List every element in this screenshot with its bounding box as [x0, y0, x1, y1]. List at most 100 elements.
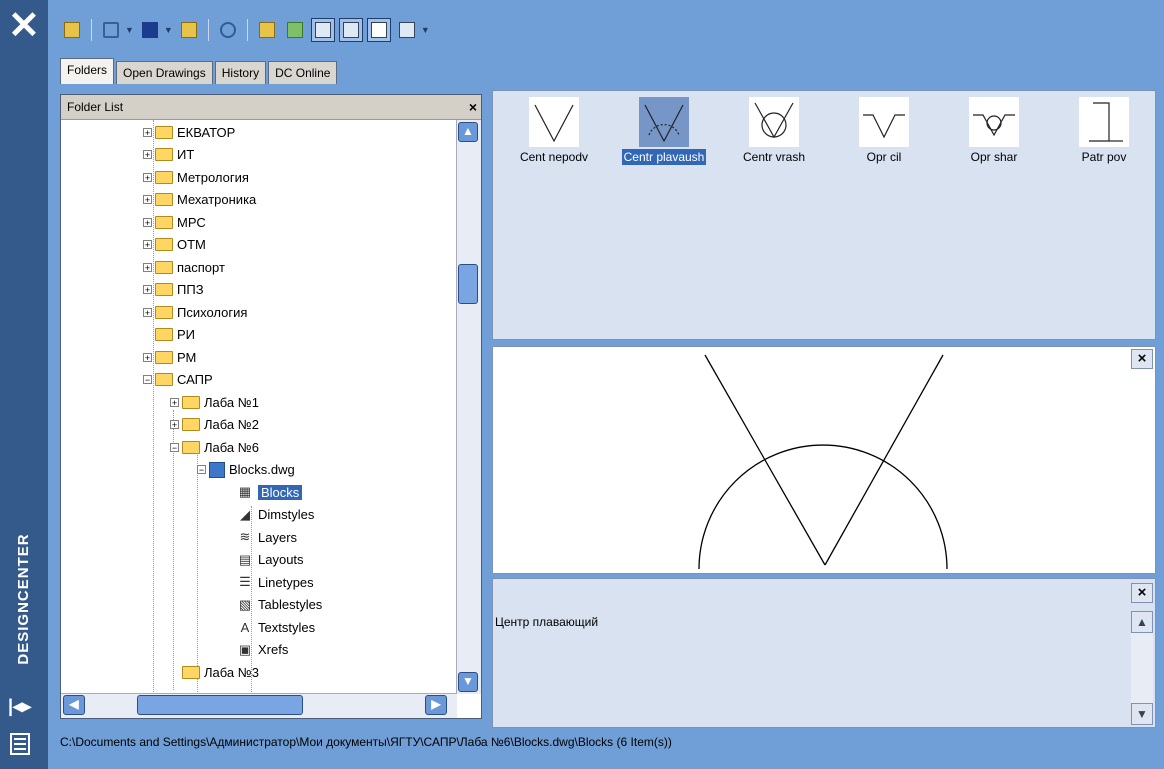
- tree-node-label: Мехатроника: [177, 192, 257, 207]
- tree-node[interactable]: + ППЗ: [143, 280, 204, 300]
- tree-node[interactable]: + Метрология: [143, 167, 249, 187]
- tree-node[interactable]: + Лаба №1: [170, 392, 259, 412]
- block-item[interactable]: Opr shar: [939, 97, 1049, 165]
- tree-node[interactable]: − САПР: [143, 370, 213, 390]
- views-dropdown-icon[interactable]: ▼: [421, 25, 430, 35]
- preview-toggle[interactable]: [338, 18, 363, 42]
- expand-icon[interactable]: +: [143, 307, 152, 317]
- description-scrollbar[interactable]: ▲ ▼: [1131, 611, 1153, 725]
- expand-icon[interactable]: +: [143, 240, 152, 250]
- tree-node[interactable]: + паспорт: [143, 257, 225, 277]
- collapse-icon[interactable]: −: [143, 375, 152, 385]
- back-button[interactable]: [99, 18, 123, 42]
- expand-icon[interactable]: +: [170, 397, 179, 407]
- views-button[interactable]: [395, 18, 419, 42]
- expand-icon[interactable]: +: [143, 150, 152, 160]
- block-item[interactable]: Patr pov: [1049, 97, 1159, 165]
- views-icon: [398, 22, 415, 38]
- home-icon: [286, 22, 303, 38]
- home-button[interactable]: [283, 18, 307, 42]
- properties-icon[interactable]: [10, 733, 30, 755]
- expand-icon[interactable]: +: [143, 195, 152, 205]
- tab-open-drawings[interactable]: Open Drawings: [116, 61, 213, 84]
- close-icon[interactable]: ✕: [8, 6, 40, 46]
- expand-icon[interactable]: +: [143, 285, 152, 295]
- tree-node[interactable]: ▧ Tablestyles: [224, 595, 322, 615]
- block-item[interactable]: Centr plavaush: [609, 97, 719, 165]
- drawing-file-icon: [209, 461, 225, 478]
- tree-node[interactable]: + РМ: [143, 347, 196, 367]
- load-button[interactable]: [60, 18, 84, 42]
- tree-node[interactable]: ▦ Blocks: [224, 482, 303, 502]
- tree-node[interactable]: A Textstyles: [224, 617, 315, 637]
- tab-folders[interactable]: Folders: [60, 58, 115, 84]
- scroll-thumb[interactable]: [458, 264, 478, 304]
- search-button[interactable]: [216, 18, 240, 42]
- tree-node[interactable]: ≋ Layers: [224, 527, 297, 547]
- scroll-right-icon[interactable]: ▶: [425, 695, 447, 715]
- layers-icon: ≋: [239, 529, 251, 544]
- description-icon: [370, 22, 387, 38]
- tree-node[interactable]: ☰ Linetypes: [224, 572, 313, 592]
- tree-node-label: Blocks: [258, 484, 303, 500]
- tree-node[interactable]: + МРС: [143, 212, 206, 232]
- expand-icon[interactable]: +: [143, 172, 152, 182]
- folder-icon: [155, 238, 173, 251]
- tab-history[interactable]: History: [214, 61, 267, 84]
- favorites-button[interactable]: [255, 18, 279, 42]
- expand-icon[interactable]: +: [170, 420, 179, 430]
- block-thumbnail: [639, 97, 689, 147]
- block-thumbnail: [1079, 97, 1129, 147]
- block-item[interactable]: Opr cil: [829, 97, 939, 165]
- tree-node[interactable]: ▣ Xrefs: [224, 640, 289, 660]
- forward-button[interactable]: [138, 18, 162, 42]
- tree-node[interactable]: + ОТМ: [143, 235, 206, 255]
- tree-node[interactable]: ▤ Layouts: [224, 550, 304, 570]
- close-description-icon[interactable]: ×: [1131, 583, 1153, 603]
- tree-node[interactable]: Лаба №3: [170, 662, 259, 682]
- expand-icon[interactable]: +: [143, 217, 152, 227]
- block-item[interactable]: Centr vrash: [719, 97, 829, 165]
- tree-node[interactable]: РИ: [143, 325, 195, 345]
- tree-node[interactable]: + Лаба №2: [170, 415, 259, 435]
- folder-icon: [155, 193, 173, 206]
- folder-icon: [155, 215, 173, 229]
- folder-icon: [155, 305, 173, 319]
- close-tree-icon[interactable]: ×: [469, 95, 477, 119]
- block-thumbnail: [529, 97, 579, 147]
- tree-node[interactable]: + ИТ: [143, 145, 194, 165]
- scroll-up-icon[interactable]: ▲: [458, 122, 478, 142]
- scroll-down-icon[interactable]: ▼: [458, 672, 478, 692]
- tree-node[interactable]: + Мехатроника: [143, 190, 256, 210]
- tree-node[interactable]: + ЕКВАТОР: [143, 122, 235, 142]
- scroll-thumb-h[interactable]: [137, 695, 303, 715]
- collapse-icon[interactable]: −: [197, 465, 206, 475]
- tree-node[interactable]: + Психология: [143, 302, 247, 322]
- tree-node-label: Лаба №3: [204, 664, 259, 680]
- auto-hide-icon[interactable]: |◂▸: [8, 696, 31, 717]
- collapse-icon[interactable]: −: [170, 442, 179, 452]
- tree-horizontal-scrollbar[interactable]: ◀ ▶: [61, 693, 457, 718]
- tree-view-toggle[interactable]: [310, 18, 335, 42]
- description-toggle[interactable]: [366, 18, 391, 42]
- scroll-left-icon[interactable]: ◀: [63, 695, 85, 715]
- scroll-down-icon[interactable]: ▼: [1131, 703, 1153, 725]
- tree-node[interactable]: − Лаба №6: [170, 437, 259, 457]
- layouts-icon: ▤: [238, 551, 252, 567]
- expand-icon[interactable]: +: [143, 262, 152, 272]
- block-item[interactable]: Cent nepodv: [499, 97, 609, 165]
- tree-node[interactable]: ◢ Dimstyles: [224, 505, 314, 525]
- expand-icon[interactable]: +: [143, 127, 152, 137]
- scroll-up-icon[interactable]: ▲: [1131, 611, 1153, 633]
- forward-dropdown-icon[interactable]: ▼: [164, 25, 173, 35]
- close-preview-icon[interactable]: ×: [1131, 349, 1153, 369]
- search-icon: [219, 22, 236, 38]
- tree-vertical-scrollbar[interactable]: ▲ ▼: [456, 120, 481, 694]
- tab-dc-online[interactable]: DC Online: [268, 61, 338, 84]
- expand-icon: [143, 330, 152, 339]
- up-button[interactable]: [177, 18, 201, 42]
- folder-icon: [182, 395, 200, 409]
- tree-node[interactable]: − Blocks.dwg: [197, 460, 295, 480]
- expand-icon[interactable]: +: [143, 352, 152, 362]
- back-dropdown-icon[interactable]: ▼: [125, 25, 134, 35]
